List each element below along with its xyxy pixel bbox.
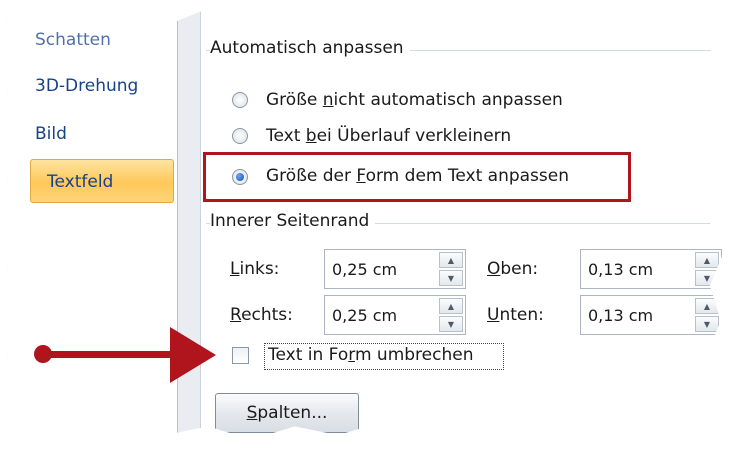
label-part: Text bbox=[266, 126, 306, 146]
access-key: U bbox=[487, 305, 500, 325]
margin-right-label: Rechts: bbox=[230, 305, 293, 325]
spin-up-icon[interactable]: ▲ bbox=[439, 298, 463, 314]
label-part: inks: bbox=[239, 259, 280, 279]
margin-bottom-value[interactable]: 0,13 cm bbox=[588, 306, 653, 325]
wrap-text-label[interactable]: Text in Form umbrechen bbox=[268, 345, 474, 365]
radio-shrink-on-overflow[interactable] bbox=[232, 128, 248, 144]
label-part: ben: bbox=[500, 259, 539, 279]
access-key: S bbox=[246, 403, 258, 423]
spin-up-icon[interactable]: ▲ bbox=[695, 298, 719, 314]
nav-item-picture[interactable]: Bild bbox=[35, 124, 67, 144]
nav-item-partial[interactable]: Schatten bbox=[35, 30, 111, 50]
label-part: m umbrechen bbox=[354, 345, 474, 365]
access-key: O bbox=[487, 259, 501, 279]
radio-resize-shape-to-fit[interactable] bbox=[232, 169, 248, 185]
spin-down-icon[interactable]: ▼ bbox=[439, 270, 463, 286]
spin-up-icon[interactable]: ▲ bbox=[439, 252, 463, 268]
label-part: echts: bbox=[241, 305, 293, 325]
label-part: orm dem Text anpassen bbox=[365, 166, 569, 186]
wrap-text-checkbox[interactable] bbox=[232, 347, 249, 364]
label-part: Größe der bbox=[266, 166, 357, 186]
radio-shrink-on-overflow-label[interactable]: Text bei Überlauf verkleinern bbox=[266, 126, 511, 146]
access-key: n bbox=[322, 90, 334, 110]
margin-top-value[interactable]: 0,13 cm bbox=[588, 260, 653, 279]
spin-down-icon[interactable]: ▼ bbox=[439, 316, 463, 332]
margin-top-label: Oben: bbox=[487, 259, 538, 279]
label-part: icht automatisch anpassen bbox=[333, 90, 563, 110]
arrow-shaft-icon bbox=[42, 351, 182, 358]
group-title-margins: Innerer Seitenrand bbox=[210, 211, 376, 231]
margin-right-value[interactable]: 0,25 cm bbox=[332, 306, 397, 325]
spin-down-icon[interactable]: ▼ bbox=[695, 270, 719, 286]
margin-left-label: Links: bbox=[230, 259, 279, 279]
nav-item-textbox-label: Textfeld bbox=[47, 172, 114, 192]
spin-buttons: ▲ ▼ bbox=[439, 252, 463, 286]
access-key: R bbox=[230, 305, 242, 325]
label-part: ei Überlauf verkleinern bbox=[316, 126, 512, 146]
label-part: nten: bbox=[499, 305, 544, 325]
category-nav: Schatten 3D-Drehung Bild bbox=[19, 8, 178, 440]
nav-item-textbox[interactable]: Textfeld bbox=[30, 159, 174, 203]
access-key: r bbox=[348, 345, 355, 365]
spin-buttons: ▲ ▼ bbox=[695, 252, 719, 286]
margin-bottom-spinner[interactable]: 0,13 cm ▲ ▼ bbox=[580, 295, 722, 335]
label-part: Größe bbox=[266, 90, 323, 110]
spin-buttons: ▲ ▼ bbox=[695, 298, 719, 332]
margin-left-value[interactable]: 0,25 cm bbox=[332, 260, 397, 279]
label-part: palten... bbox=[257, 403, 328, 423]
spin-down-icon[interactable]: ▼ bbox=[695, 316, 719, 332]
screenshot-frame: Schatten 3D-Drehung Bild Textfeld Automa… bbox=[6, 8, 725, 440]
access-key: F bbox=[356, 166, 366, 186]
access-key: b bbox=[305, 126, 317, 146]
nav-divider bbox=[178, 8, 201, 440]
margin-top-spinner[interactable]: 0,13 cm ▲ ▼ bbox=[580, 249, 722, 289]
nav-item-3d-rotation[interactable]: 3D-Drehung bbox=[35, 76, 138, 96]
spin-buttons: ▲ ▼ bbox=[439, 298, 463, 332]
label-part: Text in Fo bbox=[268, 345, 349, 365]
radio-resize-shape-to-fit-label[interactable]: Größe der Form dem Text anpassen bbox=[266, 166, 569, 186]
radio-no-autofit-label[interactable]: Größe nicht automatisch anpassen bbox=[266, 90, 563, 110]
group-title-autofit: Automatisch anpassen bbox=[210, 38, 410, 58]
arrow-head-icon bbox=[170, 327, 216, 383]
radio-no-autofit[interactable] bbox=[232, 92, 248, 108]
margin-right-spinner[interactable]: 0,25 cm ▲ ▼ bbox=[324, 295, 466, 335]
columns-button[interactable]: Spalten... bbox=[215, 393, 359, 433]
margin-bottom-label: Unten: bbox=[487, 305, 544, 325]
margin-left-spinner[interactable]: 0,25 cm ▲ ▼ bbox=[324, 249, 466, 289]
spin-up-icon[interactable]: ▲ bbox=[695, 252, 719, 268]
